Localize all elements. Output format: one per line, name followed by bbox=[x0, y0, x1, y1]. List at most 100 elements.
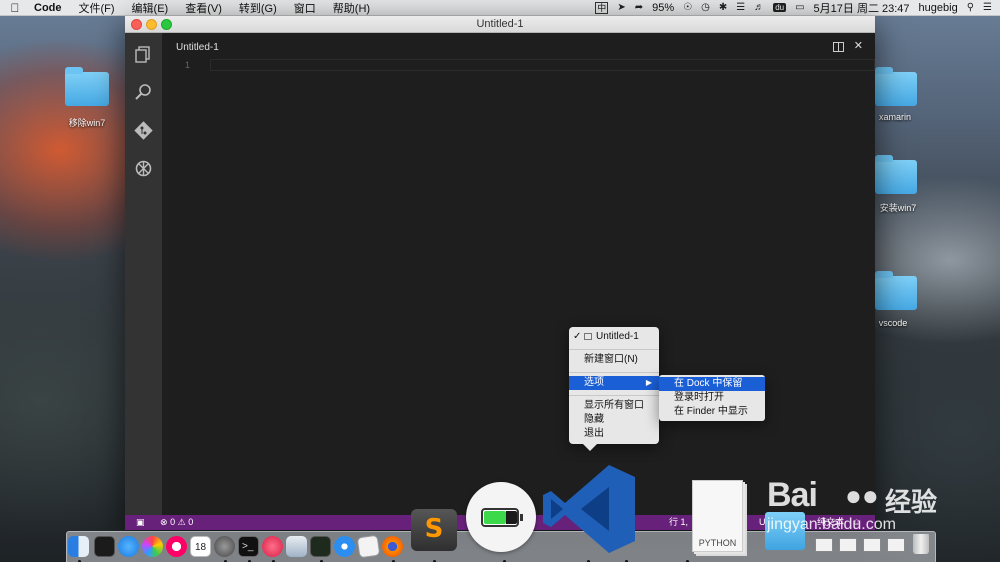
submenu-show-in-finder[interactable]: 在 Finder 中显示 bbox=[659, 405, 765, 419]
status-menus: 中 ➤ ➦ 95% ☉ ◷ ✱ ☰ ♬ du ▭ 5月17日 周二 23:47 … bbox=[595, 0, 992, 16]
explorer-icon[interactable] bbox=[134, 45, 153, 64]
baidu-du-icon[interactable]: du bbox=[773, 3, 787, 12]
sublime-text-icon[interactable]: S bbox=[411, 509, 457, 551]
menu-item-label: Untitled-1 bbox=[596, 331, 639, 342]
feedback-icon[interactable]: ▣ bbox=[136, 515, 145, 530]
wifi-icon[interactable]: ☰ bbox=[736, 2, 745, 13]
visual-studio-code-icon[interactable] bbox=[543, 465, 635, 553]
system-preferences-icon[interactable] bbox=[214, 536, 235, 557]
debug-icon[interactable] bbox=[134, 159, 153, 178]
menu-item-quit[interactable]: 退出 bbox=[569, 427, 659, 441]
menu-item-show-all-windows[interactable]: 显示所有窗口 bbox=[569, 399, 659, 413]
battery-app-icon[interactable] bbox=[466, 482, 536, 552]
preview-icon[interactable] bbox=[286, 536, 307, 557]
menu-item-hide[interactable]: 隐藏 bbox=[569, 413, 659, 427]
menu-goto[interactable]: 转到(G) bbox=[239, 0, 277, 16]
folder-icon[interactable] bbox=[875, 155, 917, 194]
problems-indicator[interactable]: ⊗ 0 ⚠ 0 bbox=[160, 515, 193, 530]
spotlight-search-icon[interactable]: ⚲ bbox=[967, 2, 974, 13]
textedit-icon[interactable] bbox=[356, 534, 381, 559]
itunes-icon[interactable] bbox=[166, 536, 187, 557]
app-store-icon[interactable] bbox=[118, 536, 139, 557]
activity-monitor-icon[interactable] bbox=[310, 536, 331, 557]
finder-icon[interactable] bbox=[68, 536, 89, 557]
sync-icon[interactable]: ☉ bbox=[683, 2, 692, 13]
menu-app-name[interactable]: Code bbox=[34, 2, 62, 14]
clock[interactable]: 5月17日 周二 23:47 bbox=[814, 0, 910, 16]
safari-icon[interactable] bbox=[334, 536, 355, 557]
error-count: 0 bbox=[170, 517, 176, 527]
time-machine-icon[interactable]: ◷ bbox=[701, 2, 710, 13]
terminal-icon[interactable]: >_ bbox=[238, 536, 259, 557]
menu-window[interactable]: 窗口 bbox=[294, 0, 316, 16]
line-number: 1 bbox=[185, 60, 191, 70]
submenu-keep-in-dock[interactable]: 在 Dock 中保留 bbox=[659, 377, 765, 391]
window-titlebar[interactable]: Untitled-1 bbox=[125, 16, 875, 33]
editor-area[interactable]: Untitled-1 ✕ 1 bbox=[162, 33, 875, 515]
close-editor-icon[interactable]: ✕ bbox=[854, 39, 863, 52]
watermark-logo-cn: 经验 bbox=[885, 487, 938, 517]
editor-tab-row: Untitled-1 ✕ bbox=[162, 33, 875, 59]
recent-document-icon[interactable] bbox=[887, 538, 905, 552]
paw-icon: ●● bbox=[845, 480, 879, 511]
input-method-indicator[interactable]: 中 bbox=[595, 1, 609, 14]
volume-icon[interactable]: ♬ bbox=[754, 2, 764, 13]
vscode-window: Untitled-1 Untitled-1 ✕ 1 ▣ ⊗ 0 ⚠ 0 行 1,… bbox=[125, 16, 875, 530]
menu-edit[interactable]: 编辑(E) bbox=[132, 0, 169, 16]
cursor-position[interactable]: 行 1, bbox=[669, 515, 688, 530]
recent-document-icon[interactable] bbox=[815, 538, 833, 552]
battery-empty bbox=[506, 511, 517, 524]
menu-item-options[interactable]: 选项 ▶ bbox=[569, 376, 659, 390]
context-menu-pointer bbox=[583, 444, 597, 451]
desktop-icon-label: vscode bbox=[878, 318, 908, 328]
photos-icon[interactable] bbox=[142, 536, 163, 557]
recent-document-icon[interactable] bbox=[839, 538, 857, 552]
submenu-arrow-icon: ▶ bbox=[645, 378, 652, 387]
options-submenu: 在 Dock 中保留 登录时打开 在 Finder 中显示 bbox=[659, 375, 765, 421]
menu-help[interactable]: 帮助(H) bbox=[333, 0, 370, 16]
app-icon-pink[interactable] bbox=[262, 536, 283, 557]
watermark-logo: Bai bbox=[767, 476, 818, 514]
menu-file[interactable]: 文件(F) bbox=[79, 0, 115, 16]
dashboard-icon[interactable] bbox=[94, 536, 115, 557]
editor-tab-title[interactable]: Untitled-1 bbox=[176, 42, 219, 53]
menu-item-window-untitled[interactable]: ✓ Untitled-1 bbox=[569, 330, 659, 344]
search-icon[interactable] bbox=[134, 83, 153, 102]
apple-menu-icon[interactable]:  bbox=[8, 1, 22, 15]
folder-icon[interactable] bbox=[65, 67, 109, 106]
submenu-open-at-login[interactable]: 登录时打开 bbox=[659, 391, 765, 405]
baidu-jingyan-watermark: Bai ●● 经验 jingyan.baidu.com bbox=[767, 476, 967, 540]
menu-view[interactable]: 查看(V) bbox=[185, 0, 222, 16]
notification-center-icon[interactable]: ☰ bbox=[983, 2, 992, 13]
folder-icon[interactable] bbox=[875, 67, 917, 106]
menu-item-label: 退出 bbox=[584, 428, 604, 439]
split-editor-icon[interactable] bbox=[833, 42, 844, 52]
python-document-icon[interactable]: PYTHON bbox=[692, 480, 743, 552]
desktop-icon-label: 移除win7 bbox=[68, 118, 106, 128]
battery-icon[interactable]: ▭ bbox=[795, 2, 804, 13]
window-minimize-button[interactable] bbox=[146, 19, 157, 30]
watermark-url: jingyan.baidu.com bbox=[767, 516, 896, 533]
bluetooth-icon[interactable]: ✱ bbox=[719, 2, 727, 13]
user-name[interactable]: hugebig bbox=[919, 2, 958, 14]
folder-icon[interactable] bbox=[875, 271, 917, 310]
battery-percent[interactable]: 95% bbox=[652, 2, 674, 14]
firefox-icon[interactable] bbox=[382, 536, 403, 557]
menu-item-label: 新建窗口(N) bbox=[584, 354, 638, 365]
desktop-icon-label: 安装win7 bbox=[879, 203, 917, 213]
location-icon: ➦ bbox=[634, 2, 644, 13]
menu-bar:  Code 文件(F) 编辑(E) 查看(V) 转到(G) 窗口 帮助(H) … bbox=[0, 0, 1000, 16]
menu-item-new-window[interactable]: 新建窗口(N) bbox=[569, 353, 659, 367]
window-zoom-button[interactable] bbox=[161, 19, 172, 30]
window-close-button[interactable] bbox=[131, 19, 142, 30]
python-document-label: PYTHON bbox=[698, 538, 737, 548]
git-icon[interactable] bbox=[134, 121, 153, 140]
app-status-icon[interactable]: ➤ bbox=[617, 2, 625, 13]
current-line-highlight[interactable] bbox=[210, 59, 875, 71]
recent-document-icon[interactable] bbox=[863, 538, 881, 552]
menu-item-label: 选项 bbox=[584, 377, 604, 388]
warning-count: 0 bbox=[188, 517, 194, 527]
window-icon bbox=[584, 333, 592, 340]
activity-bar bbox=[125, 33, 162, 515]
calendar-icon[interactable]: 18 bbox=[190, 536, 211, 557]
